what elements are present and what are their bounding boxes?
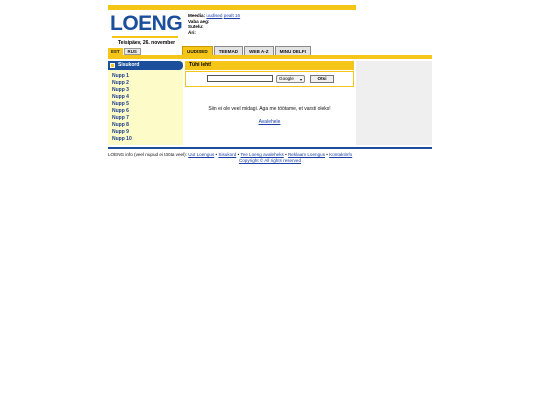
nav-stripe	[108, 55, 432, 59]
lang-est-button[interactable]: EST	[108, 48, 123, 55]
sidebar-bullet-icon	[110, 63, 115, 68]
sidebar-title: Sisukord	[118, 62, 140, 68]
sidebar-item-9[interactable]: Nupp 9	[112, 129, 132, 136]
footer-link-new[interactable]: Uut Loengus	[188, 152, 214, 157]
sidebar: Sisukord Nupp 1 Nupp 2 Nupp 3 Nupp 4 Nup…	[108, 61, 183, 145]
tab-my-delfi[interactable]: MINU DELFI	[274, 46, 311, 55]
search-input[interactable]	[207, 75, 273, 82]
meta-label: Äri:	[188, 29, 196, 35]
main-content: Tühi leht! Google ▾ Otsi Siin ei ole vee…	[185, 61, 354, 145]
footer-link-contents[interactable]: Sisukord	[218, 152, 236, 157]
sidebar-item-8[interactable]: Nupp 8	[112, 122, 132, 129]
home-link[interactable]: Avalehele	[185, 119, 354, 125]
sidebar-item-1[interactable]: Nupp 1	[112, 73, 132, 80]
search-panel: Google ▾ Otsi	[185, 71, 354, 87]
footer-prefix: LOENG info (veel nupud ei tööta veel):	[108, 152, 187, 157]
page-title: Tühi leht!	[185, 61, 354, 70]
meta-link-news[interactable]: uudised	[206, 13, 222, 18]
empty-page-message: Siin ei ole veel midagi. Aga me töötame,…	[208, 106, 331, 112]
sidebar-item-6[interactable]: Nupp 6	[112, 108, 132, 115]
meta-label: Vaba aeg:	[188, 18, 210, 24]
sidebar-item-3[interactable]: Nupp 3	[112, 87, 132, 94]
top-accent-bar	[108, 5, 356, 10]
tab-topics[interactable]: TEEMAD	[213, 46, 244, 55]
footer-link-homepage[interactable]: Tee Loeng avaleheks	[240, 152, 283, 157]
header-meta: Meedia: uudised pealt 16 Vaba aeg: Sutel…	[188, 13, 240, 35]
site-logo[interactable]: LOENG	[110, 12, 183, 38]
footer-divider	[108, 147, 432, 149]
logo-underline	[112, 36, 178, 38]
tab-news[interactable]: UUDISED	[182, 46, 213, 55]
copyright-link[interactable]: Copyright © All rights reserved	[239, 158, 301, 163]
meta-label: Sutelu:	[188, 24, 204, 30]
meta-link-16[interactable]: pealt 16	[224, 13, 240, 18]
sidebar-header: Sisukord	[108, 61, 183, 70]
tab-web-a-z[interactable]: WEB A-Z	[244, 46, 274, 55]
sidebar-list: Nupp 1 Nupp 2 Nupp 3 Nupp 4 Nupp 5 Nupp …	[112, 73, 132, 143]
search-button[interactable]: Otsi	[310, 75, 334, 83]
sidebar-item-2[interactable]: Nupp 2	[112, 80, 132, 87]
main-tabs: UUDISED TEEMAD WEB A-Z MINU DELFI	[182, 46, 311, 55]
footer-link-contact[interactable]: Kontaktinfo	[329, 152, 352, 157]
search-engine-value: Google	[279, 76, 294, 81]
sidebar-item-7[interactable]: Nupp 7	[112, 115, 132, 122]
search-engine-select[interactable]: Google ▾	[276, 75, 305, 83]
lang-rus-button[interactable]: RUS	[123, 48, 141, 55]
sidebar-item-5[interactable]: Nupp 5	[112, 101, 132, 108]
language-switcher: EST RUS	[108, 48, 141, 55]
copyright: Copyright © All rights reserved	[108, 158, 432, 164]
footer-link-ads[interactable]: Reklaam Loengus	[288, 152, 325, 157]
current-date: Teisipäev, 26. november	[118, 40, 176, 46]
sidebar-item-4[interactable]: Nupp 4	[112, 94, 132, 101]
chevron-down-icon: ▾	[299, 77, 302, 82]
meta-label: Meedia:	[188, 13, 206, 18]
meta-row-business: Äri:	[188, 30, 240, 36]
right-column	[356, 61, 432, 145]
sidebar-item-10[interactable]: Nupp 10	[112, 136, 132, 143]
logo-text: LOENG	[110, 12, 183, 35]
